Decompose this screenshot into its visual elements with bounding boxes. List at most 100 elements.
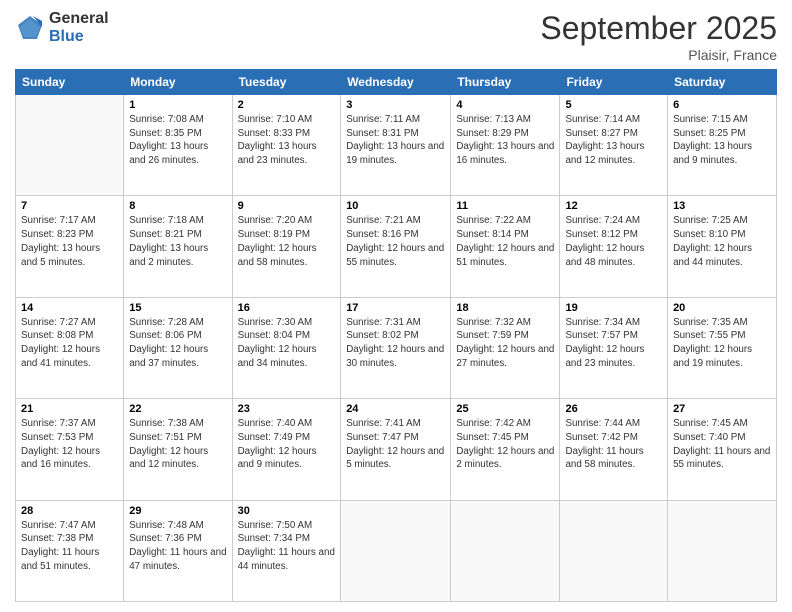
calendar-week-1: 7 Sunrise: 7:17 AMSunset: 8:23 PMDayligh… <box>16 196 777 297</box>
day-number: 25 <box>456 403 554 415</box>
title-block: September 2025 Plaisir, France <box>540 10 777 63</box>
day-number: 2 <box>238 99 336 111</box>
day-info: Sunrise: 7:50 AMSunset: 7:34 PMDaylight:… <box>238 519 336 574</box>
table-row: 6 Sunrise: 7:15 AMSunset: 8:25 PMDayligh… <box>668 95 777 196</box>
day-info: Sunrise: 7:32 AMSunset: 7:59 PMDaylight:… <box>456 316 554 371</box>
day-info: Sunrise: 7:35 AMSunset: 7:55 PMDaylight:… <box>673 316 771 371</box>
day-info: Sunrise: 7:40 AMSunset: 7:49 PMDaylight:… <box>238 417 336 472</box>
day-number: 10 <box>346 200 445 212</box>
day-number: 9 <box>238 200 336 212</box>
day-number: 13 <box>673 200 771 212</box>
table-row: 2 Sunrise: 7:10 AMSunset: 8:33 PMDayligh… <box>232 95 341 196</box>
table-row: 20 Sunrise: 7:35 AMSunset: 7:55 PMDaylig… <box>668 297 777 398</box>
day-info: Sunrise: 7:44 AMSunset: 7:42 PMDaylight:… <box>565 417 662 472</box>
day-number: 8 <box>129 200 226 212</box>
day-number: 23 <box>238 403 336 415</box>
table-row: 14 Sunrise: 7:27 AMSunset: 8:08 PMDaylig… <box>16 297 124 398</box>
table-row <box>560 500 668 601</box>
table-row: 19 Sunrise: 7:34 AMSunset: 7:57 PMDaylig… <box>560 297 668 398</box>
day-number: 7 <box>21 200 118 212</box>
day-info: Sunrise: 7:48 AMSunset: 7:36 PMDaylight:… <box>129 519 226 574</box>
table-row: 16 Sunrise: 7:30 AMSunset: 8:04 PMDaylig… <box>232 297 341 398</box>
day-number: 6 <box>673 99 771 111</box>
table-row: 11 Sunrise: 7:22 AMSunset: 8:14 PMDaylig… <box>451 196 560 297</box>
day-info: Sunrise: 7:25 AMSunset: 8:10 PMDaylight:… <box>673 214 771 269</box>
day-info: Sunrise: 7:34 AMSunset: 7:57 PMDaylight:… <box>565 316 662 371</box>
header-saturday: Saturday <box>668 70 777 95</box>
calendar-table: Sunday Monday Tuesday Wednesday Thursday… <box>15 69 777 602</box>
day-number: 12 <box>565 200 662 212</box>
day-number: 19 <box>565 302 662 314</box>
calendar-week-0: 1 Sunrise: 7:08 AMSunset: 8:35 PMDayligh… <box>16 95 777 196</box>
table-row: 18 Sunrise: 7:32 AMSunset: 7:59 PMDaylig… <box>451 297 560 398</box>
day-info: Sunrise: 7:17 AMSunset: 8:23 PMDaylight:… <box>21 214 118 269</box>
day-number: 16 <box>238 302 336 314</box>
day-info: Sunrise: 7:20 AMSunset: 8:19 PMDaylight:… <box>238 214 336 269</box>
table-row: 12 Sunrise: 7:24 AMSunset: 8:12 PMDaylig… <box>560 196 668 297</box>
day-info: Sunrise: 7:08 AMSunset: 8:35 PMDaylight:… <box>129 113 226 168</box>
table-row: 8 Sunrise: 7:18 AMSunset: 8:21 PMDayligh… <box>124 196 232 297</box>
table-row <box>341 500 451 601</box>
day-info: Sunrise: 7:42 AMSunset: 7:45 PMDaylight:… <box>456 417 554 472</box>
day-number: 14 <box>21 302 118 314</box>
day-info: Sunrise: 7:10 AMSunset: 8:33 PMDaylight:… <box>238 113 336 168</box>
day-info: Sunrise: 7:47 AMSunset: 7:38 PMDaylight:… <box>21 519 118 574</box>
month-title: September 2025 <box>540 10 777 47</box>
day-number: 29 <box>129 505 226 517</box>
day-number: 20 <box>673 302 771 314</box>
day-number: 15 <box>129 302 226 314</box>
table-row: 27 Sunrise: 7:45 AMSunset: 7:40 PMDaylig… <box>668 399 777 500</box>
day-number: 22 <box>129 403 226 415</box>
table-row: 29 Sunrise: 7:48 AMSunset: 7:36 PMDaylig… <box>124 500 232 601</box>
day-number: 21 <box>21 403 118 415</box>
table-row: 22 Sunrise: 7:38 AMSunset: 7:51 PMDaylig… <box>124 399 232 500</box>
day-info: Sunrise: 7:13 AMSunset: 8:29 PMDaylight:… <box>456 113 554 168</box>
header-friday: Friday <box>560 70 668 95</box>
day-info: Sunrise: 7:14 AMSunset: 8:27 PMDaylight:… <box>565 113 662 168</box>
calendar-header-row: Sunday Monday Tuesday Wednesday Thursday… <box>16 70 777 95</box>
day-info: Sunrise: 7:18 AMSunset: 8:21 PMDaylight:… <box>129 214 226 269</box>
table-row: 24 Sunrise: 7:41 AMSunset: 7:47 PMDaylig… <box>341 399 451 500</box>
table-row: 28 Sunrise: 7:47 AMSunset: 7:38 PMDaylig… <box>16 500 124 601</box>
logo-icon <box>15 13 45 43</box>
table-row: 17 Sunrise: 7:31 AMSunset: 8:02 PMDaylig… <box>341 297 451 398</box>
day-info: Sunrise: 7:22 AMSunset: 8:14 PMDaylight:… <box>456 214 554 269</box>
day-info: Sunrise: 7:28 AMSunset: 8:06 PMDaylight:… <box>129 316 226 371</box>
calendar-week-3: 21 Sunrise: 7:37 AMSunset: 7:53 PMDaylig… <box>16 399 777 500</box>
table-row <box>668 500 777 601</box>
table-row: 25 Sunrise: 7:42 AMSunset: 7:45 PMDaylig… <box>451 399 560 500</box>
day-info: Sunrise: 7:11 AMSunset: 8:31 PMDaylight:… <box>346 113 445 168</box>
day-info: Sunrise: 7:41 AMSunset: 7:47 PMDaylight:… <box>346 417 445 472</box>
table-row: 5 Sunrise: 7:14 AMSunset: 8:27 PMDayligh… <box>560 95 668 196</box>
table-row <box>451 500 560 601</box>
day-number: 1 <box>129 99 226 111</box>
table-row: 23 Sunrise: 7:40 AMSunset: 7:49 PMDaylig… <box>232 399 341 500</box>
calendar-week-2: 14 Sunrise: 7:27 AMSunset: 8:08 PMDaylig… <box>16 297 777 398</box>
day-info: Sunrise: 7:30 AMSunset: 8:04 PMDaylight:… <box>238 316 336 371</box>
table-row: 1 Sunrise: 7:08 AMSunset: 8:35 PMDayligh… <box>124 95 232 196</box>
header-wednesday: Wednesday <box>341 70 451 95</box>
day-number: 27 <box>673 403 771 415</box>
header-tuesday: Tuesday <box>232 70 341 95</box>
day-info: Sunrise: 7:27 AMSunset: 8:08 PMDaylight:… <box>21 316 118 371</box>
table-row: 3 Sunrise: 7:11 AMSunset: 8:31 PMDayligh… <box>341 95 451 196</box>
day-number: 18 <box>456 302 554 314</box>
day-info: Sunrise: 7:38 AMSunset: 7:51 PMDaylight:… <box>129 417 226 472</box>
table-row: 13 Sunrise: 7:25 AMSunset: 8:10 PMDaylig… <box>668 196 777 297</box>
table-row: 9 Sunrise: 7:20 AMSunset: 8:19 PMDayligh… <box>232 196 341 297</box>
table-row: 4 Sunrise: 7:13 AMSunset: 8:29 PMDayligh… <box>451 95 560 196</box>
table-row: 30 Sunrise: 7:50 AMSunset: 7:34 PMDaylig… <box>232 500 341 601</box>
header-thursday: Thursday <box>451 70 560 95</box>
logo: General Blue <box>15 10 109 45</box>
day-number: 5 <box>565 99 662 111</box>
day-info: Sunrise: 7:24 AMSunset: 8:12 PMDaylight:… <box>565 214 662 269</box>
location: Plaisir, France <box>540 47 777 63</box>
logo-blue: Blue <box>49 28 109 46</box>
day-info: Sunrise: 7:21 AMSunset: 8:16 PMDaylight:… <box>346 214 445 269</box>
table-row: 15 Sunrise: 7:28 AMSunset: 8:06 PMDaylig… <box>124 297 232 398</box>
day-info: Sunrise: 7:37 AMSunset: 7:53 PMDaylight:… <box>21 417 118 472</box>
day-number: 3 <box>346 99 445 111</box>
day-number: 28 <box>21 505 118 517</box>
logo-text: General Blue <box>49 10 109 45</box>
page: General Blue September 2025 Plaisir, Fra… <box>0 0 792 612</box>
